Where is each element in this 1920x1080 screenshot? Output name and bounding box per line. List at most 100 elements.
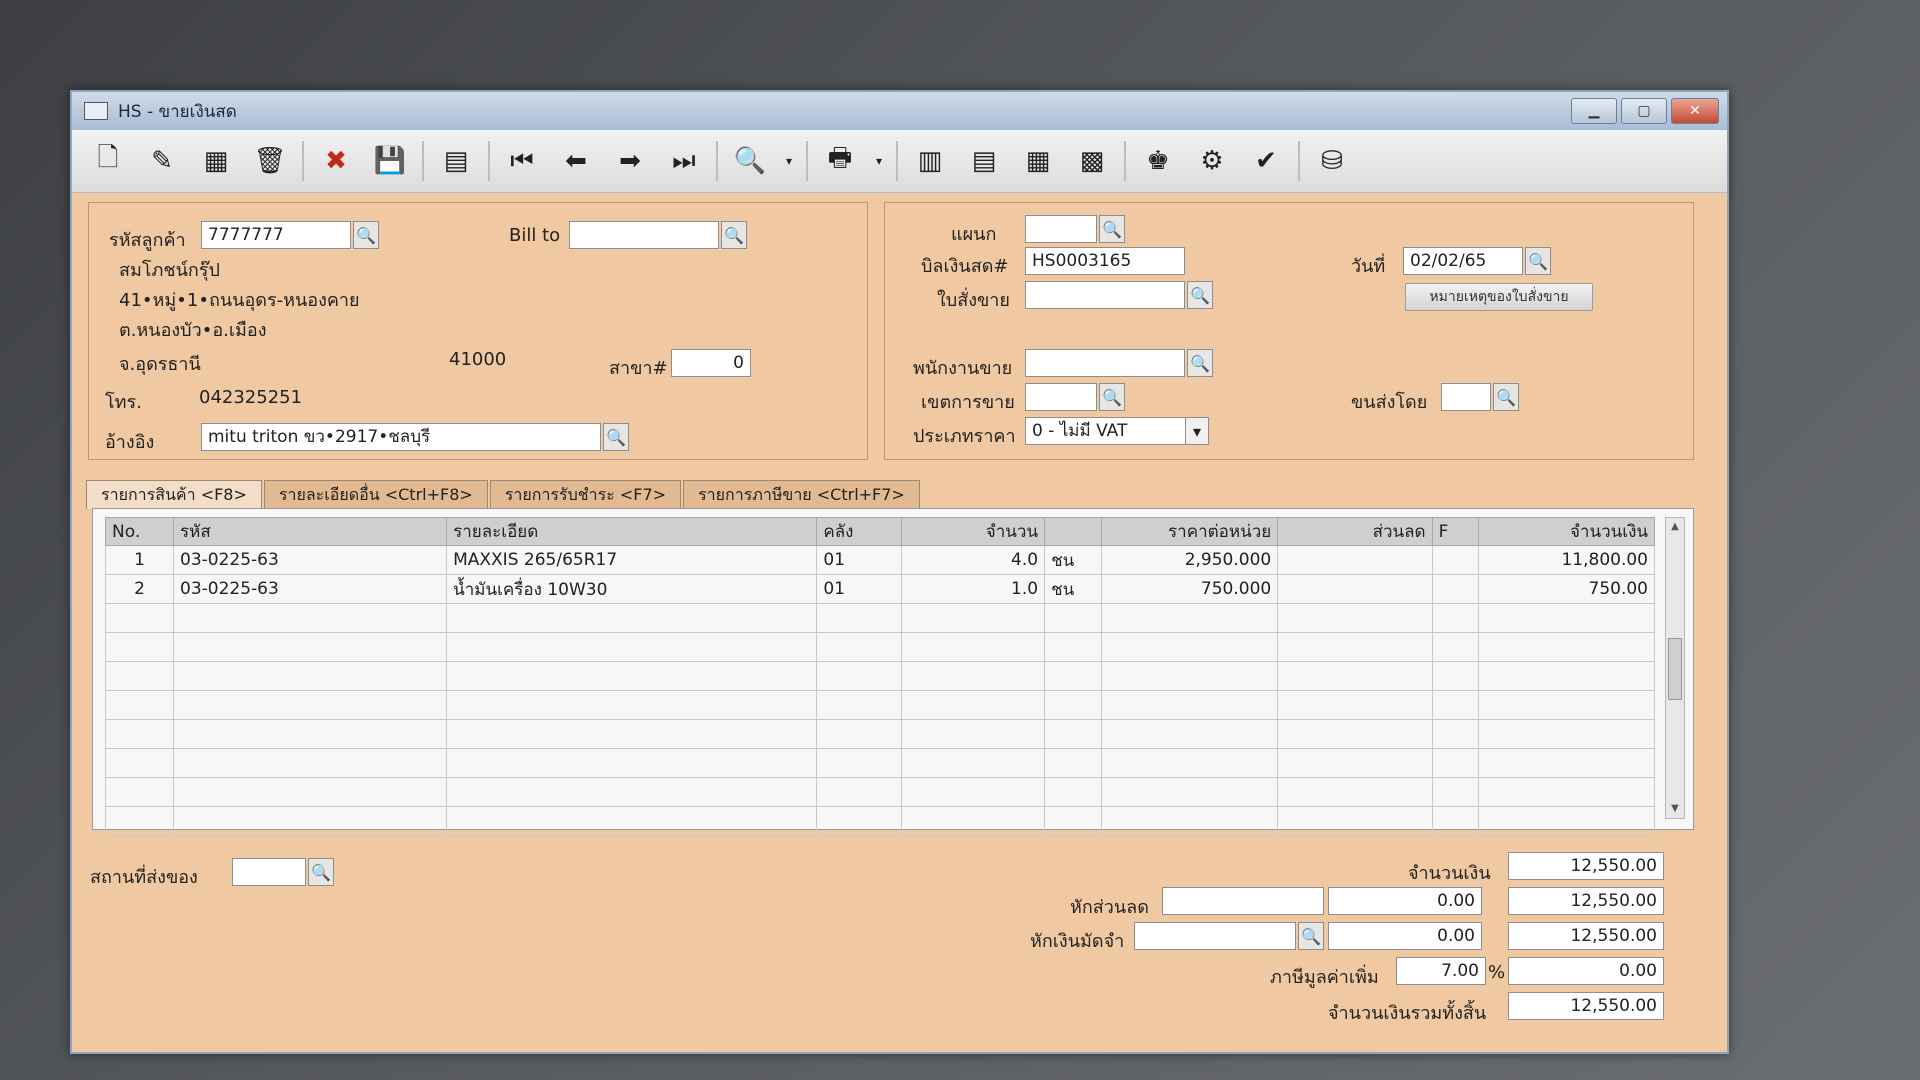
table-cell[interactable] (816, 806, 902, 836)
table-cell[interactable] (1277, 545, 1433, 575)
table-cell[interactable]: 11,800.00 (1477, 545, 1656, 575)
scroll-thumb[interactable] (1668, 638, 1682, 700)
edit-button[interactable]: ✎ (140, 139, 184, 183)
discount-amount-input[interactable]: 0.00 (1328, 887, 1482, 915)
table-row[interactable] (105, 719, 1656, 749)
table-cell[interactable]: 1.0 (900, 574, 1046, 604)
copy-button[interactable]: ▤ (434, 139, 478, 183)
table-cell[interactable] (446, 661, 818, 691)
table-cell[interactable] (446, 748, 818, 778)
column-header[interactable]: จำนวน (900, 517, 1046, 546)
table-cell[interactable] (816, 777, 902, 807)
table-cell[interactable] (1277, 661, 1433, 691)
table-cell[interactable] (446, 632, 818, 662)
print-button[interactable]: 🖶 (818, 139, 862, 183)
new-document-button[interactable]: 🗋 (86, 139, 130, 183)
table-cell[interactable] (900, 748, 1046, 778)
table-cell[interactable] (172, 661, 448, 691)
department-input[interactable] (1025, 215, 1097, 243)
scroll-down-icon[interactable]: ▼ (1666, 800, 1684, 818)
date-lookup-icon[interactable]: 🔍 (1525, 247, 1551, 275)
table-cell[interactable] (105, 661, 174, 691)
table-cell[interactable] (1477, 777, 1656, 807)
table-cell[interactable] (1277, 806, 1433, 836)
table-cell[interactable] (172, 806, 448, 836)
table-cell[interactable] (172, 603, 448, 633)
table-cell[interactable] (1277, 632, 1433, 662)
table-cell[interactable] (1431, 574, 1479, 604)
table-row[interactable] (105, 806, 1656, 836)
table-row[interactable] (105, 777, 1656, 807)
table-cell[interactable] (1277, 690, 1433, 720)
table-cell[interactable] (1477, 748, 1656, 778)
table-cell[interactable] (105, 748, 174, 778)
table-cell[interactable] (1277, 574, 1433, 604)
cash-bill-input[interactable]: HS0003165 (1025, 247, 1185, 275)
approve-ok-button[interactable]: ♚ (1136, 139, 1180, 183)
table-row[interactable] (105, 603, 1656, 633)
form-button[interactable]: ▤ (962, 139, 1006, 183)
table-cell[interactable] (1044, 719, 1103, 749)
table-cell[interactable] (1277, 603, 1433, 633)
table-cell[interactable] (1044, 777, 1103, 807)
table-row[interactable] (105, 748, 1656, 778)
table-cell[interactable] (1101, 690, 1279, 720)
table-cell[interactable] (1044, 603, 1103, 633)
table-cell[interactable] (1277, 748, 1433, 778)
table-cell[interactable] (1477, 806, 1656, 836)
discount-text-input[interactable] (1162, 887, 1324, 915)
prev-record-button[interactable]: ⬅ (554, 139, 598, 183)
table-row[interactable]: 2 03-0225-63 น้ำมันเครื่อง 10W30 01 1.0 ชน 750… (105, 574, 1656, 604)
table-cell[interactable] (1101, 806, 1279, 836)
salesperson-lookup-icon[interactable]: 🔍 (1187, 349, 1213, 377)
calculator-button[interactable]: ▦ (1016, 139, 1060, 183)
table-cell[interactable] (1101, 719, 1279, 749)
table-cell[interactable] (816, 661, 902, 691)
table-cell[interactable] (1431, 632, 1479, 662)
void-button[interactable]: ▦ (194, 139, 238, 183)
title-bar[interactable]: HS - ขายเงินสด ▁ ▢ ✕ (72, 92, 1727, 130)
table-cell[interactable] (105, 806, 174, 836)
column-header[interactable]: F (1431, 517, 1479, 546)
table-cell[interactable] (1101, 748, 1279, 778)
column-header[interactable]: จำนวนเงิน (1477, 517, 1656, 546)
table-cell[interactable] (1477, 690, 1656, 720)
table-cell[interactable] (1277, 777, 1433, 807)
vat-rate-input[interactable]: 7.00 (1396, 957, 1486, 985)
calendar-button[interactable]: ▩ (1070, 139, 1114, 183)
column-header[interactable]: คลัง (816, 517, 902, 546)
bill-to-lookup-icon[interactable]: 🔍 (721, 221, 747, 249)
column-header[interactable] (1044, 517, 1103, 546)
table-cell[interactable] (172, 690, 448, 720)
table-row[interactable] (105, 690, 1656, 720)
table-cell[interactable]: 01 (816, 574, 902, 604)
ok-button[interactable]: ✔ (1244, 139, 1288, 183)
reference-lookup-icon[interactable]: 🔍 (603, 423, 629, 451)
column-header[interactable]: ส่วนลด (1277, 517, 1433, 546)
table-cell[interactable] (900, 806, 1046, 836)
tab-4[interactable]: รายการภาษีขาย <Ctrl+F7> (683, 480, 920, 509)
table-cell[interactable] (900, 632, 1046, 662)
scroll-up-icon[interactable]: ▲ (1666, 518, 1684, 536)
table-cell[interactable] (1477, 632, 1656, 662)
cancel-button[interactable]: ✖ (314, 139, 358, 183)
table-cell[interactable] (1431, 603, 1479, 633)
table-row[interactable]: 1 03-0225-63 MAXXIS 265/65R17 01 4.0 ชน 2,950.… (105, 545, 1656, 575)
table-cell[interactable]: 03-0225-63 (172, 574, 448, 604)
table-cell[interactable] (446, 806, 818, 836)
table-cell[interactable] (900, 690, 1046, 720)
tab-3[interactable]: รายการรับชำระ <F7> (489, 480, 682, 509)
table-cell[interactable] (1044, 748, 1103, 778)
column-header[interactable]: รายละเอียด (446, 517, 818, 546)
table-cell[interactable] (1431, 719, 1479, 749)
sales-area-input[interactable] (1025, 383, 1097, 411)
table-cell[interactable]: ชน (1044, 574, 1103, 604)
table-cell[interactable]: ชน (1044, 545, 1103, 575)
table-cell[interactable] (105, 632, 174, 662)
minimize-button[interactable]: ▁ (1571, 98, 1617, 124)
table-cell[interactable] (816, 690, 902, 720)
table-cell[interactable] (900, 603, 1046, 633)
deposit-amount-input[interactable]: 0.00 (1328, 922, 1482, 950)
table-cell[interactable]: น้ำมันเครื่อง 10W30 (446, 574, 818, 604)
table-cell[interactable] (1431, 777, 1479, 807)
